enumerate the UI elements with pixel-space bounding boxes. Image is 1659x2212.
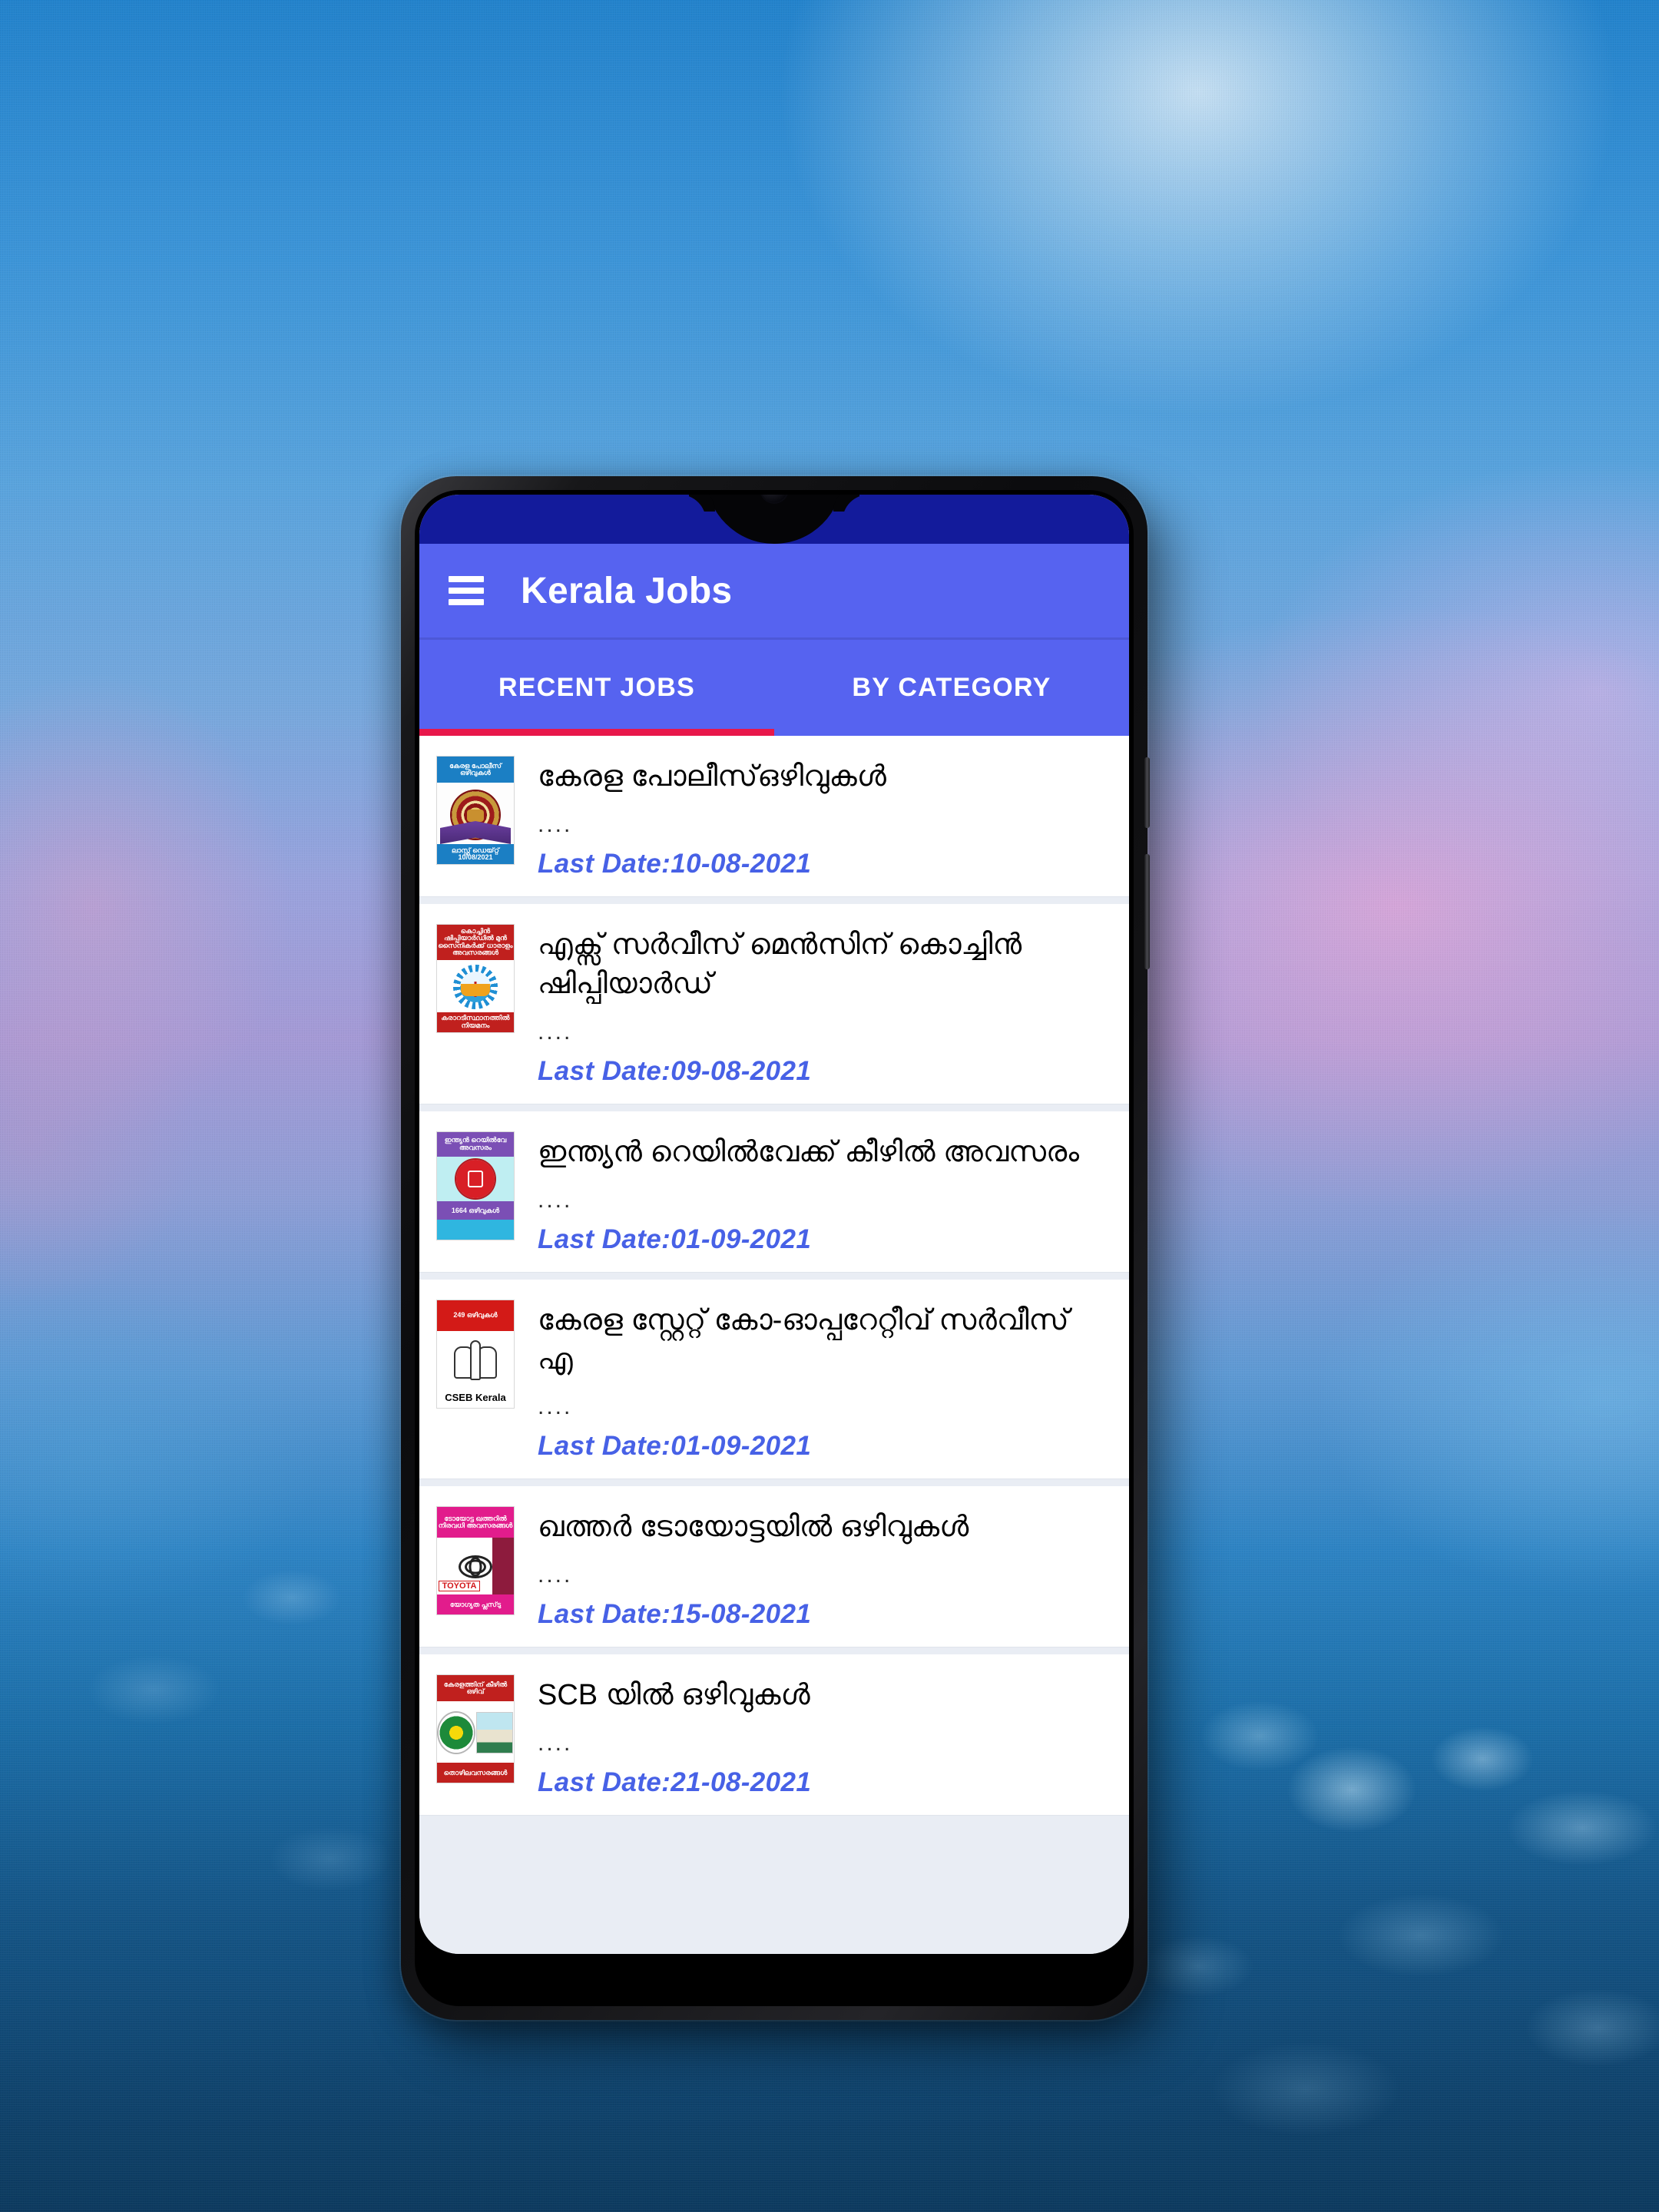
scb-seal-icon bbox=[438, 1713, 474, 1753]
hamburger-line bbox=[449, 599, 484, 605]
job-title: കേരള സ്റ്റേറ്റ് കോ-ഓപ്പറേറ്റീവ് സർവീസ് എ bbox=[538, 1303, 1069, 1376]
thumbnail-art bbox=[437, 1156, 514, 1201]
tab-bar: RECENT JOBS BY CATEGORY bbox=[419, 637, 1129, 736]
thumbnail-footer: കരാറടിസ്ഥാനത്തിൽ നിയമനം bbox=[437, 1012, 514, 1032]
status-bar bbox=[419, 495, 1129, 544]
tab-active-indicator bbox=[419, 729, 774, 736]
job-snippet: .... bbox=[538, 811, 573, 837]
job-title: എക്സ് സർവീസ് മെൻസിന് കൊച്ചിൻ ഷിപ്പിയാർഡ് bbox=[538, 928, 1022, 1000]
job-snippet: .... bbox=[538, 1562, 573, 1588]
list-item[interactable]: കേരള പോലീസ് ഒഴിവുകൾ ലാസ്റ്റ് ഡെയ്റ്റ് 10… bbox=[419, 736, 1129, 897]
job-snippet: .... bbox=[538, 1018, 573, 1045]
thumbnail-caption: കേരളത്തിന് കീഴിൽ ഒഴിവ് bbox=[437, 1675, 514, 1702]
thumbnail-footer: തൊഴിലവസരങ്ങൾ bbox=[437, 1763, 514, 1783]
list-item[interactable]: കൊച്ചിൻ ഷിപ്പിയാർഡിൽ മുൻ സൈനികർക്ക് ധാരാ… bbox=[419, 903, 1129, 1104]
job-title: ഇന്ത്യൻ റെയിൽവേക്ക് കീഴിൽ അവസരം bbox=[538, 1135, 1080, 1168]
scb-bank-emblem-thumbnail: കേരളത്തിന് കീഴിൽ ഒഴിവ് തൊഴിലവസരങ്ങൾ bbox=[436, 1674, 515, 1784]
list-item-body: എക്സ് സർവീസ് മെൻസിന് കൊച്ചിൻ ഷിപ്പിയാർഡ്… bbox=[538, 921, 1109, 1087]
app-bar: Kerala Jobs bbox=[419, 544, 1129, 637]
list-item[interactable]: 249 ഒഴിവുകൾ CSEB Kerala കേരള സ്റ്റേറ്റ് … bbox=[419, 1279, 1129, 1480]
volume-button[interactable] bbox=[1144, 854, 1150, 969]
power-button[interactable] bbox=[1144, 757, 1150, 828]
list-item[interactable]: ഇന്ത്യൻ റെയിൽവേ അവസരം 1664 ഒഴിവുകൾ ഇന്ത്… bbox=[419, 1111, 1129, 1273]
list-item-body: കേരള സ്റ്റേറ്റ് കോ-ഓപ്പറേറ്റീവ് സർവീസ് എ… bbox=[538, 1296, 1109, 1462]
kerala-police-emblem-thumbnail: കേരള പോലീസ് ഒഴിവുകൾ ലാസ്റ്റ് ഡെയ്റ്റ് 10… bbox=[436, 756, 515, 865]
thumbnail-caption: 249 ഒഴിവുകൾ bbox=[437, 1300, 514, 1331]
job-snippet: .... bbox=[538, 1394, 573, 1420]
list-item-body: ഖത്തർ ടോയോട്ടയിൽ ഒഴിവുകൾ .... Last Date:… bbox=[538, 1503, 1109, 1630]
cseb-kerala-emblem-thumbnail: 249 ഒഴിവുകൾ CSEB Kerala bbox=[436, 1299, 515, 1409]
job-last-date: Last Date:21-08-2021 bbox=[538, 1767, 812, 1798]
list-item-body: ഇന്ത്യൻ റെയിൽവേക്ക് കീഴിൽ അവസരം .... Las… bbox=[538, 1128, 1109, 1255]
job-title: SCB യിൽ ഒഴിവുകൾ bbox=[538, 1679, 810, 1712]
bank-building-icon bbox=[475, 1712, 513, 1754]
job-snippet: .... bbox=[538, 1730, 573, 1757]
thumbnail-caption: ടോയോട്ട ഖത്തറിൽ നിരവധി അവസരങ്ങൾ bbox=[437, 1507, 514, 1538]
phone-screen: Kerala Jobs RECENT JOBS BY CATEGORY കേരള… bbox=[419, 495, 1129, 1954]
job-title: ഖത്തർ ടോയോട്ടയിൽ ഒഴിവുകൾ bbox=[538, 1511, 969, 1544]
thumbnail-art bbox=[437, 1330, 514, 1389]
job-last-date: Last Date:01-09-2021 bbox=[538, 1431, 812, 1462]
toyota-qatar-logo-thumbnail: ടോയോട്ട ഖത്തറിൽ നിരവധി അവസരങ്ങൾ TOYOTA യ… bbox=[436, 1506, 515, 1616]
job-last-date: Last Date:15-08-2021 bbox=[538, 1599, 812, 1630]
thumbnail-footer: CSEB Kerala bbox=[437, 1387, 514, 1408]
list-item[interactable]: ടോയോട്ട ഖത്തറിൽ നിരവധി അവസരങ്ങൾ TOYOTA യ… bbox=[419, 1486, 1129, 1648]
thumbnail-art bbox=[437, 1701, 514, 1765]
thumbnail-art bbox=[437, 959, 514, 1014]
tab-recent-jobs[interactable]: RECENT JOBS bbox=[419, 640, 774, 736]
toyota-wordmark: TOYOTA bbox=[439, 1581, 480, 1592]
ship-hull-icon bbox=[461, 984, 490, 997]
list-item-body: കേരള പോലീസ്ഒഴിവുകൾ .... Last Date:10-08-… bbox=[538, 753, 1109, 879]
thumbnail-strip bbox=[437, 1219, 514, 1240]
job-snippet: .... bbox=[538, 1187, 573, 1213]
job-last-date: Last Date:10-08-2021 bbox=[538, 848, 812, 879]
job-last-date: Last Date:09-08-2021 bbox=[538, 1055, 812, 1086]
thumbnail-caption: ഇന്ത്യൻ റെയിൽവേ അവസരം bbox=[437, 1131, 514, 1157]
indian-railway-emblem-thumbnail: ഇന്ത്യൻ റെയിൽവേ അവസരം 1664 ഒഴിവുകൾ bbox=[436, 1131, 515, 1240]
app-title: Kerala Jobs bbox=[521, 570, 733, 611]
job-last-date: Last Date:01-09-2021 bbox=[538, 1224, 812, 1254]
state-emblem-icon bbox=[454, 1337, 497, 1383]
thumbnail-caption: കൊച്ചിൻ ഷിപ്പിയാർഡിൽ മുൻ സൈനികർക്ക് ധാരാ… bbox=[437, 924, 514, 960]
list-item-body: SCB യിൽ ഒഴിവുകൾ .... Last Date:21-08-202… bbox=[538, 1671, 1109, 1798]
emblem-center-icon bbox=[470, 1339, 481, 1380]
railway-seal-icon bbox=[456, 1159, 495, 1198]
list-item[interactable]: കേരളത്തിന് കീഴിൽ ഒഴിവ് തൊഴിലവസരങ്ങൾ SCB … bbox=[419, 1654, 1129, 1816]
cochin-shipyard-logo-thumbnail: കൊച്ചിൻ ഷിപ്പിയാർഡിൽ മുൻ സൈനികർക്ക് ധാരാ… bbox=[436, 923, 515, 1033]
thumbnail-footer: യോഗ്യത പ്ലസ്‌ടു bbox=[437, 1594, 514, 1615]
thumbnail-footer: 1664 ഒഴിവുകൾ bbox=[437, 1200, 514, 1221]
thumbnail-footer: ലാസ്റ്റ് ഡെയ്റ്റ് 10/08/2021 bbox=[437, 844, 514, 864]
phone-bezel: Kerala Jobs RECENT JOBS BY CATEGORY കേരള… bbox=[415, 490, 1134, 2006]
thumbnail-caption: കേരള പോലീസ് ഒഴിവുകൾ bbox=[437, 757, 514, 783]
phone-device-frame: Kerala Jobs RECENT JOBS BY CATEGORY കേരള… bbox=[401, 476, 1150, 2020]
job-title: കേരള പോലീസ്ഒഴിവുകൾ bbox=[538, 760, 886, 793]
job-list[interactable]: കേരള പോലീസ് ഒഴിവുകൾ ലാസ്റ്റ് ഡെയ്റ്റ് 10… bbox=[419, 736, 1129, 1954]
tab-by-category[interactable]: BY CATEGORY bbox=[774, 640, 1129, 736]
hamburger-menu-icon[interactable] bbox=[449, 576, 484, 605]
hamburger-line bbox=[449, 576, 484, 582]
hamburger-line bbox=[449, 588, 484, 594]
